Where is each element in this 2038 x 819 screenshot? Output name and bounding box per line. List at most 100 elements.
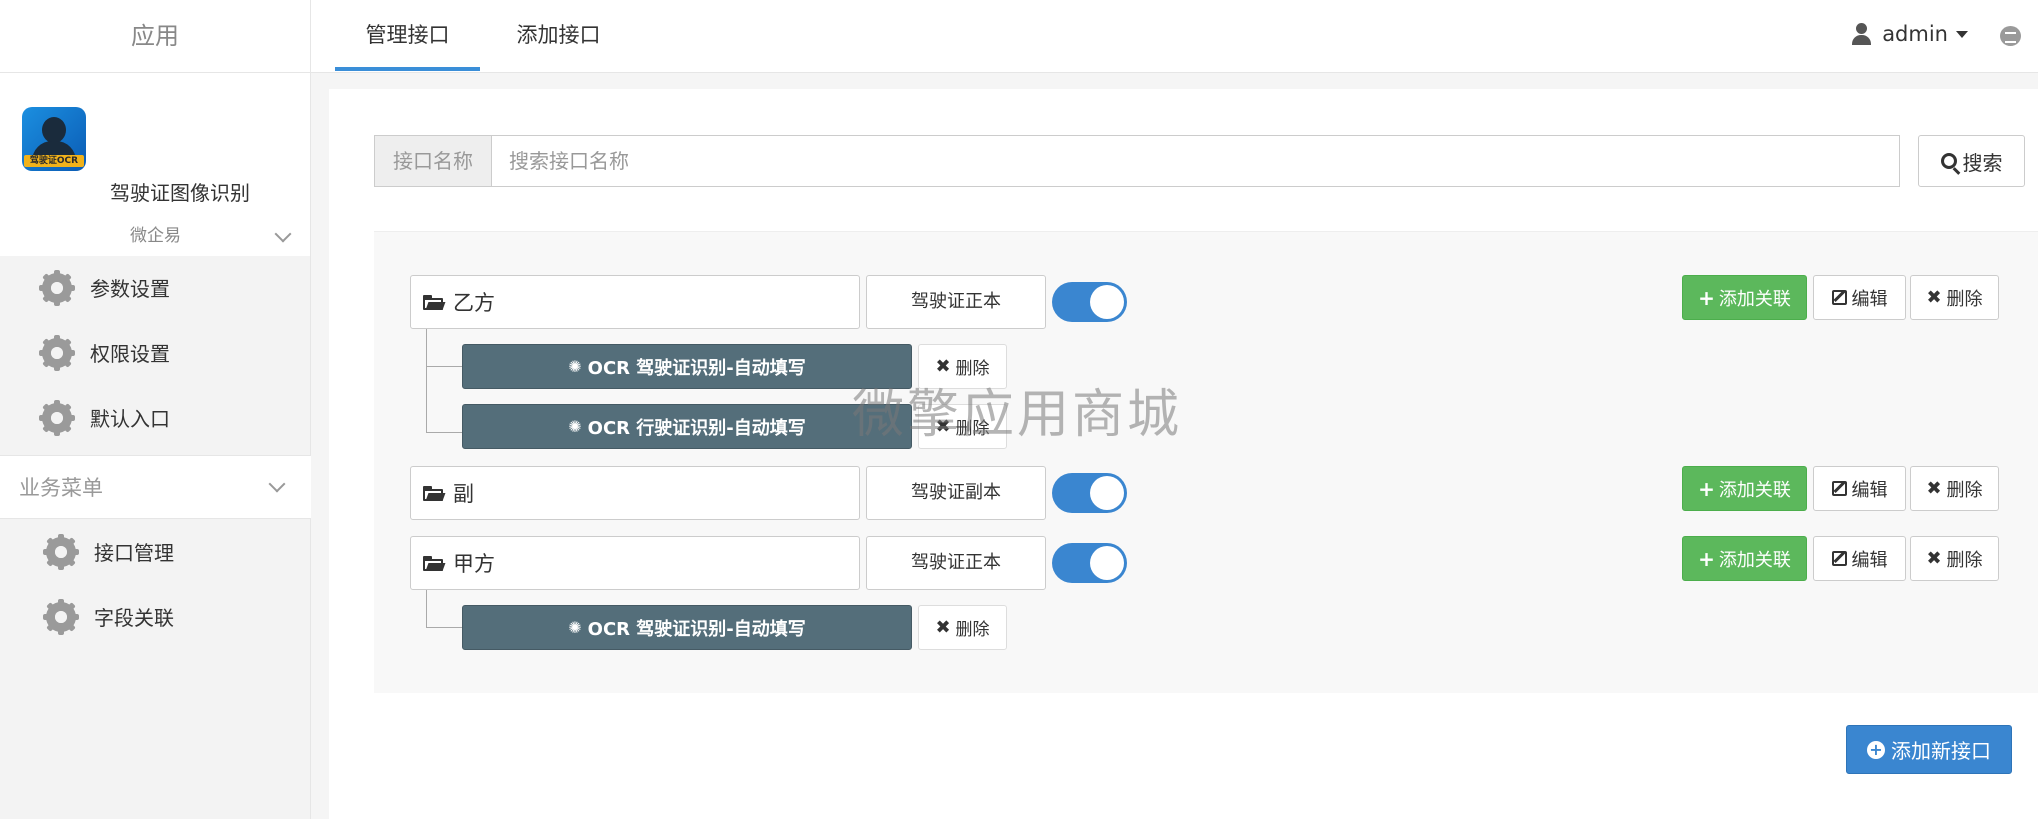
sidebar-item-label: 权限设置 bbox=[90, 342, 170, 366]
asterisk-icon: ✺ bbox=[568, 618, 582, 637]
folder-open-icon bbox=[423, 294, 446, 310]
add-new-interface-button[interactable]: + 添加新接口 bbox=[1846, 725, 2012, 774]
section-title: 业务菜单 bbox=[19, 476, 103, 500]
add-relation-label: 添加关联 bbox=[1718, 288, 1791, 310]
delete-relation-button[interactable]: ✖ 删除 bbox=[918, 344, 1007, 389]
search-icon bbox=[1940, 153, 1957, 169]
interface-toggle[interactable] bbox=[1052, 473, 1127, 513]
edit-button[interactable]: 编辑 bbox=[1813, 275, 1906, 320]
delete-label: 删除 bbox=[955, 620, 990, 640]
interface-type[interactable]: 驾驶证副本 bbox=[866, 466, 1046, 520]
delete-button[interactable]: ✖ 删除 bbox=[1910, 536, 1999, 581]
tree-line bbox=[426, 627, 462, 628]
close-icon: ✖ bbox=[1926, 287, 1942, 308]
caret-down-icon bbox=[1956, 30, 1968, 38]
sidebar-business-menu: 接口管理 字段关联 bbox=[0, 519, 311, 649]
add-relation-label: 添加关联 bbox=[1718, 479, 1791, 501]
sidebar-item-label: 字段关联 bbox=[94, 606, 174, 630]
linked-ocr-item[interactable]: ✺ OCR 行驶证识别-自动填写 bbox=[462, 404, 912, 449]
plus-icon: + bbox=[1698, 285, 1715, 310]
search-addon-label: 接口名称 bbox=[374, 135, 491, 187]
edit-button[interactable]: 编辑 bbox=[1813, 466, 1906, 511]
delete-label: 删除 bbox=[1946, 549, 1983, 571]
delete-relation-button[interactable]: ✖ 删除 bbox=[918, 404, 1007, 449]
search-button-label: 搜索 bbox=[1962, 150, 2003, 175]
username: admin bbox=[1882, 22, 1948, 46]
delete-label: 删除 bbox=[955, 419, 990, 439]
add-relation-button[interactable]: + 添加关联 bbox=[1682, 275, 1807, 320]
delete-label: 删除 bbox=[955, 359, 990, 379]
app-logo: 驾驶证OCR bbox=[22, 107, 86, 171]
folder-open-icon bbox=[423, 555, 446, 571]
sidebar-item-params[interactable]: 参数设置 bbox=[0, 255, 311, 320]
close-icon: ✖ bbox=[935, 617, 951, 638]
interface-name[interactable]: 副 bbox=[410, 466, 860, 520]
linked-ocr-label: OCR 驾驶证识别-自动填写 bbox=[587, 357, 806, 379]
main-panel: 接口名称 搜索 乙方 驾驶证正本 +添加关联 编辑 ✖删除 ✺OCR 驾驶证识别… bbox=[329, 89, 2038, 819]
sidebar-item-label: 默认入口 bbox=[90, 407, 170, 431]
user-menu[interactable]: admin bbox=[1852, 22, 1968, 46]
add-relation-label: 添加关联 bbox=[1718, 549, 1791, 571]
tab-add-interface[interactable]: 添加接口 bbox=[486, 0, 631, 71]
delete-relation-button[interactable]: ✖ 删除 bbox=[918, 605, 1007, 650]
platform-selector[interactable]: 微企易 bbox=[0, 216, 311, 256]
interface-name[interactable]: 甲方 bbox=[410, 536, 860, 590]
user-icon bbox=[1852, 23, 1872, 45]
linked-ocr-item[interactable]: ✺ OCR 驾驶证识别-自动填写 bbox=[462, 605, 912, 650]
interface-toggle[interactable] bbox=[1052, 543, 1127, 583]
delete-label: 删除 bbox=[1946, 288, 1983, 310]
chevron-down-icon bbox=[268, 475, 286, 493]
sidebar: 应用 驾驶证OCR 驾驶证图像识别 微企易 参数设置 权限设置 默认入口 业务菜… bbox=[0, 0, 311, 819]
delete-button[interactable]: ✖ 删除 bbox=[1910, 466, 1999, 511]
edit-icon bbox=[1831, 290, 1847, 305]
sidebar-header: 应用 bbox=[0, 0, 310, 73]
edit-button[interactable]: 编辑 bbox=[1813, 536, 1906, 581]
gear-icon bbox=[43, 533, 79, 570]
chat-icon[interactable] bbox=[2000, 26, 2021, 46]
interface-name[interactable]: 乙方 bbox=[410, 275, 860, 329]
edit-label: 编辑 bbox=[1851, 549, 1888, 571]
interface-type[interactable]: 驾驶证正本 bbox=[866, 536, 1046, 590]
plus-icon: + bbox=[1698, 476, 1715, 501]
gear-icon bbox=[43, 598, 79, 635]
edit-icon bbox=[1831, 481, 1847, 496]
folder-open-icon bbox=[423, 485, 446, 501]
sidebar-item-default-entry[interactable]: 默认入口 bbox=[0, 385, 311, 450]
edit-label: 编辑 bbox=[1851, 288, 1888, 310]
sidebar-item-label: 参数设置 bbox=[90, 277, 170, 301]
chevron-down-icon bbox=[274, 225, 292, 243]
sidebar-section-business[interactable]: 业务菜单 bbox=[0, 455, 311, 519]
interface-name-label: 乙方 bbox=[453, 291, 495, 315]
sidebar-item-field-link[interactable]: 字段关联 bbox=[0, 584, 311, 649]
topbar: 管理接口 添加接口 admin bbox=[311, 0, 2038, 73]
delete-button[interactable]: ✖ 删除 bbox=[1910, 275, 1999, 320]
delete-label: 删除 bbox=[1946, 479, 1983, 501]
asterisk-icon: ✺ bbox=[568, 417, 582, 436]
linked-ocr-item[interactable]: ✺ OCR 驾驶证识别-自动填写 bbox=[462, 344, 912, 389]
interface-type[interactable]: 驾驶证正本 bbox=[866, 275, 1046, 329]
tree-line bbox=[426, 432, 462, 433]
tree-line bbox=[426, 590, 427, 628]
sidebar-item-interface-mgmt[interactable]: 接口管理 bbox=[0, 519, 311, 584]
close-icon: ✖ bbox=[1926, 548, 1942, 569]
add-new-label: 添加新接口 bbox=[1891, 739, 1991, 763]
platform-label: 微企易 bbox=[130, 226, 181, 246]
close-icon: ✖ bbox=[1926, 478, 1942, 499]
tab-manage-interfaces[interactable]: 管理接口 bbox=[335, 0, 480, 71]
search-button[interactable]: 搜索 bbox=[1918, 135, 2025, 187]
add-relation-button[interactable]: + 添加关联 bbox=[1682, 536, 1807, 581]
tree-line bbox=[426, 329, 427, 433]
tree-line bbox=[426, 366, 462, 367]
interface-toggle[interactable] bbox=[1052, 282, 1127, 322]
close-icon: ✖ bbox=[935, 356, 951, 377]
search-input[interactable] bbox=[491, 135, 1900, 187]
sidebar-item-permissions[interactable]: 权限设置 bbox=[0, 320, 311, 385]
sidebar-item-label: 接口管理 bbox=[94, 541, 174, 565]
app-name: 驾驶证图像识别 bbox=[110, 181, 250, 205]
asterisk-icon: ✺ bbox=[568, 357, 582, 376]
plus-circle-icon: + bbox=[1867, 740, 1885, 759]
linked-ocr-label: OCR 驾驶证识别-自动填写 bbox=[587, 618, 806, 640]
add-relation-button[interactable]: + 添加关联 bbox=[1682, 466, 1807, 511]
search-group: 接口名称 bbox=[374, 135, 1900, 187]
interface-name-label: 副 bbox=[453, 482, 474, 506]
